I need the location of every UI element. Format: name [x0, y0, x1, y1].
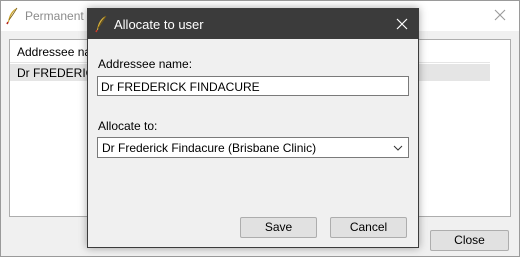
- save-button[interactable]: Save: [240, 217, 317, 238]
- close-button[interactable]: Close: [430, 230, 509, 251]
- dialog-title: Allocate to user: [114, 17, 204, 32]
- cancel-button[interactable]: Cancel: [330, 217, 407, 238]
- allocate-to-selected-value: Dr Frederick Findacure (Brisbane Clinic): [102, 141, 317, 155]
- chevron-down-icon[interactable]: [393, 144, 403, 152]
- close-icon[interactable]: [491, 6, 509, 24]
- addressee-name-label: Addressee name:: [98, 57, 193, 71]
- background-window-title: Permanent a: [25, 9, 94, 23]
- allocate-to-select[interactable]: Dr Frederick Findacure (Brisbane Clinic): [97, 137, 409, 158]
- feather-quill-icon: [95, 15, 107, 33]
- close-icon[interactable]: [393, 15, 411, 33]
- feather-quill-icon: [6, 7, 18, 25]
- addressee-name-field[interactable]: [97, 76, 409, 96]
- dialog-titlebar[interactable]: Allocate to user: [88, 9, 418, 39]
- allocate-to-label: Allocate to:: [98, 119, 158, 133]
- allocate-dialog: Allocate to user Addressee name: Allocat…: [87, 8, 419, 248]
